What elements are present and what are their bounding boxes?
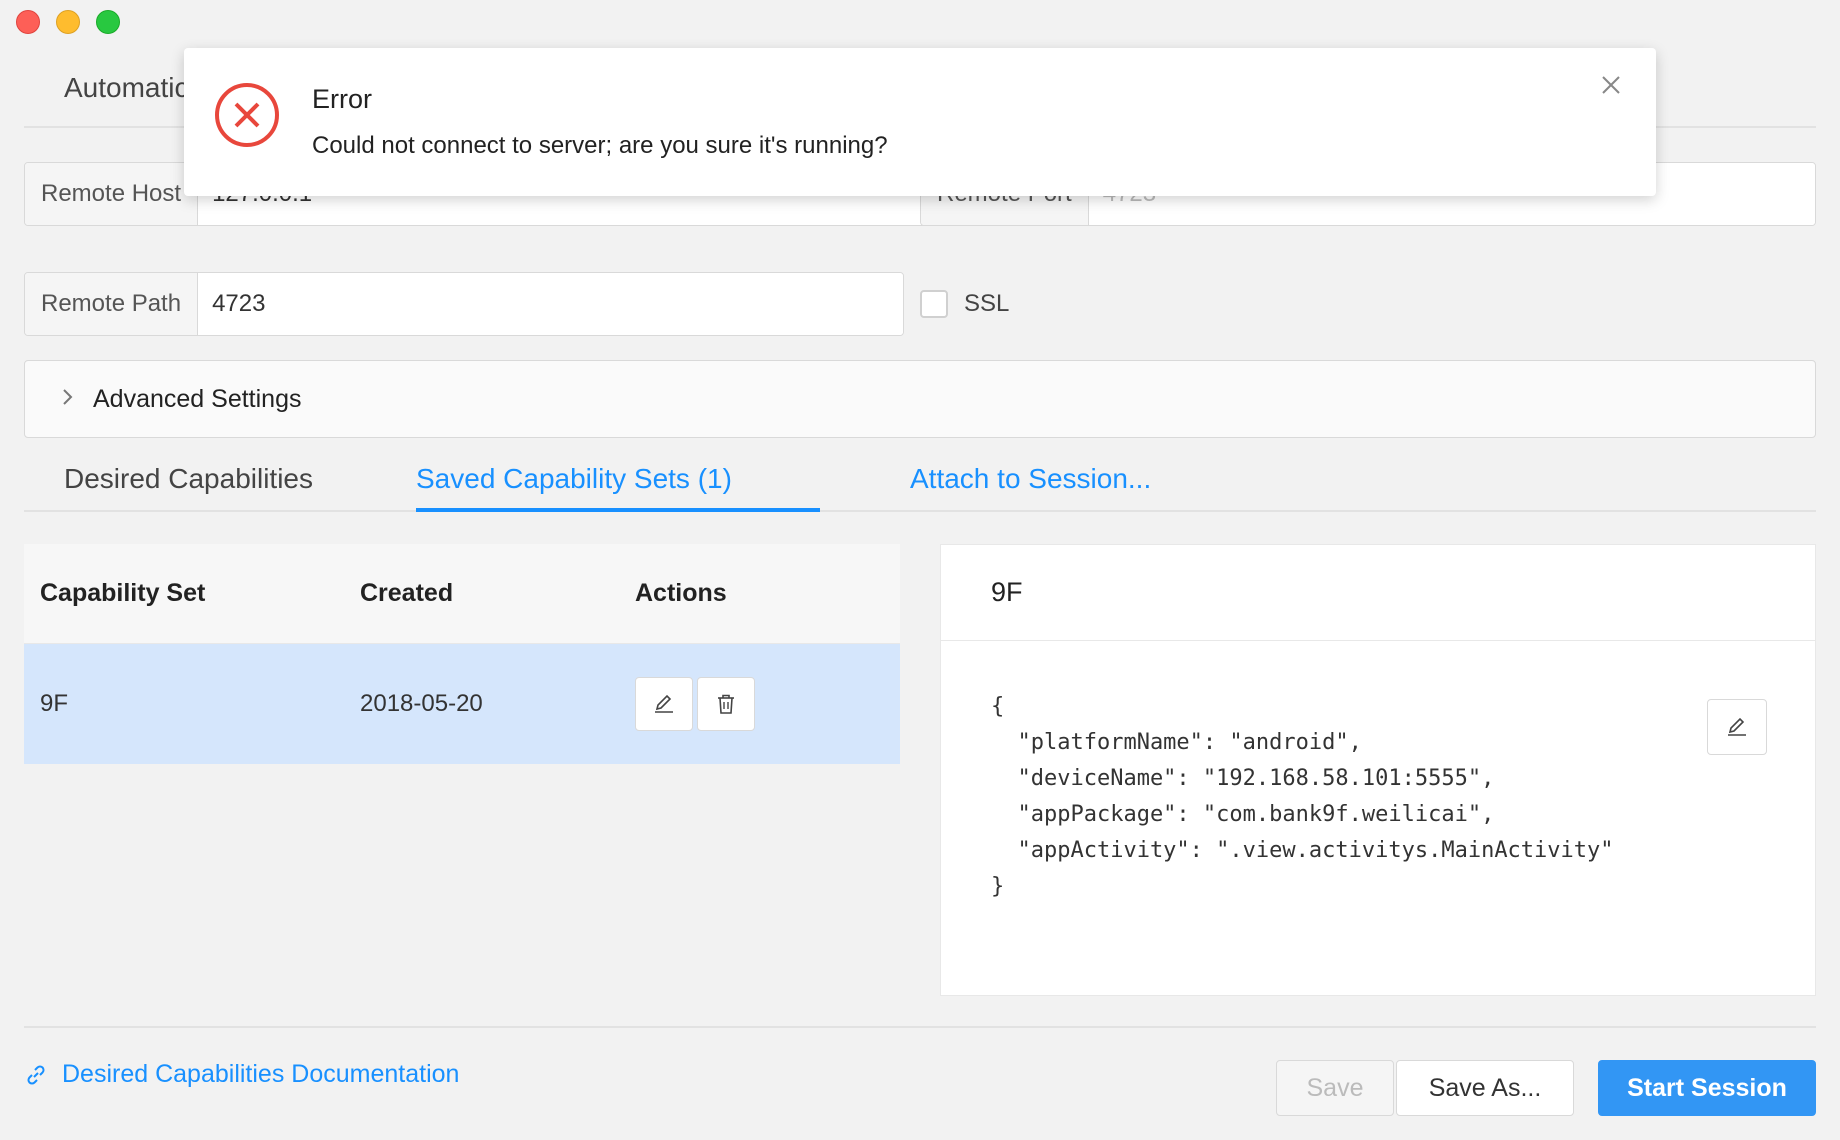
start-session-button[interactable]: Start Session [1598, 1060, 1816, 1116]
column-header-capability-set: Capability Set [40, 579, 206, 607]
window-close-button[interactable] [16, 10, 40, 34]
remote-host-label: Remote Host [25, 163, 199, 225]
edit-json-button[interactable] [1707, 699, 1767, 755]
pencil-icon [655, 694, 673, 713]
tab-saved-capability-sets[interactable]: Saved Capability Sets (1) [416, 460, 732, 512]
capabilities-tabs: Desired Capabilities Saved Capability Se… [24, 460, 1816, 512]
chevron-right-icon [61, 386, 75, 412]
window-controls [16, 10, 120, 34]
window-maximize-button[interactable] [96, 10, 120, 34]
active-tab-indicator [416, 508, 820, 512]
error-notification: Error Could not connect to server; are y… [184, 48, 1656, 196]
table-header: Capability Set Created Actions [24, 544, 900, 644]
delete-set-button[interactable] [697, 677, 755, 731]
save-button[interactable]: Save [1276, 1060, 1394, 1116]
ssl-checkbox[interactable] [920, 290, 948, 318]
detail-title: 9F [941, 545, 1815, 641]
column-header-actions: Actions [635, 579, 727, 607]
error-message: Could not connect to server; are you sur… [312, 132, 888, 159]
capability-sets-table: Capability Set Created Actions 9F 2018-0… [24, 544, 900, 764]
window-minimize-button[interactable] [56, 10, 80, 34]
tab-desired-capabilities[interactable]: Desired Capabilities [64, 460, 313, 512]
row-actions [635, 677, 900, 731]
ssl-label: SSL [964, 290, 1010, 317]
tab-attach-to-session[interactable]: Attach to Session... [910, 460, 1151, 512]
link-icon [27, 1064, 45, 1085]
save-as-button[interactable]: Save As... [1396, 1060, 1574, 1116]
edit-set-button[interactable] [635, 677, 693, 731]
footer-divider [24, 1026, 1816, 1028]
remote-path-input[interactable] [198, 273, 903, 335]
table-row[interactable]: 9F 2018-05-20 [24, 644, 900, 764]
advanced-settings-panel[interactable]: Advanced Settings [24, 360, 1816, 438]
capabilities-json: { "platformName": "android", "deviceName… [991, 694, 1614, 899]
column-header-created: Created [360, 579, 454, 607]
doc-link-label: Desired Capabilities Documentation [62, 1060, 460, 1088]
trash-icon [718, 694, 734, 714]
ssl-option[interactable]: SSL [920, 290, 1009, 318]
app-window: Automatic Server Remote Host Remote Port… [0, 0, 1840, 1140]
pencil-icon [1728, 717, 1746, 736]
close-icon[interactable] [1596, 70, 1626, 100]
capability-set-detail: 9F { "platformName": "android", "deviceN… [940, 544, 1816, 996]
error-title: Error [312, 84, 372, 114]
row-capability-set-name: 9F [40, 690, 69, 717]
remote-path-label: Remote Path [25, 273, 199, 335]
desired-capabilities-docs-link[interactable]: Desired Capabilities Documentation [24, 1060, 459, 1089]
error-circle-icon [215, 83, 279, 147]
row-created-date: 2018-05-20 [360, 690, 483, 717]
remote-path-group: Remote Path [24, 272, 904, 336]
advanced-settings-label: Advanced Settings [93, 384, 302, 413]
